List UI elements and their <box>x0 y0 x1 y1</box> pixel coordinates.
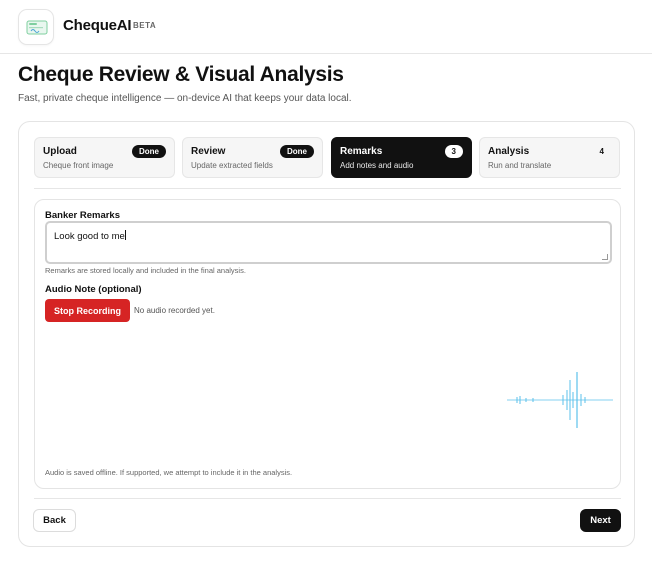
audio-hint: Audio is saved offline. If supported, we… <box>45 468 293 477</box>
step-review[interactable]: Review Update extracted fields Done <box>182 137 323 178</box>
step-number-badge: 3 <box>444 145 463 158</box>
text-caret <box>124 230 126 240</box>
step-subtitle: Update extracted fields <box>191 161 273 170</box>
remarks-text: Look good to me <box>54 231 125 242</box>
brand-name: ChequeAI <box>63 17 132 34</box>
step-status-badge: Done <box>132 145 166 158</box>
audio-label: Audio Note (optional) <box>45 284 142 295</box>
divider <box>34 498 621 499</box>
remarks-panel: Banker Remarks Look good to me Remarks a… <box>34 199 621 489</box>
remarks-label: Banker Remarks <box>45 210 120 221</box>
stop-recording-button[interactable]: Stop Recording <box>45 299 130 322</box>
step-number-badge: 4 <box>599 147 604 156</box>
step-subtitle: Run and translate <box>488 161 552 170</box>
resize-handle-icon[interactable] <box>602 254 608 260</box>
top-bar: ChequeAI BETA <box>0 0 652 54</box>
cheque-logo-icon <box>18 9 54 45</box>
step-title: Upload <box>43 146 77 157</box>
step-subtitle: Cheque front image <box>43 161 114 170</box>
step-title: Review <box>191 146 226 157</box>
next-button[interactable]: Next <box>580 509 621 532</box>
beta-badge: BETA <box>133 21 157 30</box>
page-title: Cheque Review & Visual Analysis <box>18 63 344 86</box>
remarks-textarea[interactable]: Look good to me <box>45 221 612 264</box>
audio-waveform <box>507 372 613 428</box>
step-status-badge: Done <box>280 145 314 158</box>
step-subtitle: Add notes and audio <box>340 161 414 170</box>
step-title: Remarks <box>340 146 383 157</box>
step-upload[interactable]: Upload Cheque front image Done <box>34 137 175 178</box>
step-remarks[interactable]: Remarks Add notes and audio 3 <box>331 137 472 178</box>
step-analysis[interactable]: Analysis Run and translate 4 <box>479 137 620 178</box>
wizard-card: Upload Cheque front image Done Review Up… <box>18 121 635 547</box>
back-button[interactable]: Back <box>33 509 76 532</box>
audio-status: No audio recorded yet. <box>134 306 215 315</box>
divider <box>34 188 621 189</box>
step-title: Analysis <box>488 146 530 157</box>
page-subtitle: Fast, private cheque intelligence — on-d… <box>18 93 352 104</box>
remarks-hint: Remarks are stored locally and included … <box>45 266 246 275</box>
